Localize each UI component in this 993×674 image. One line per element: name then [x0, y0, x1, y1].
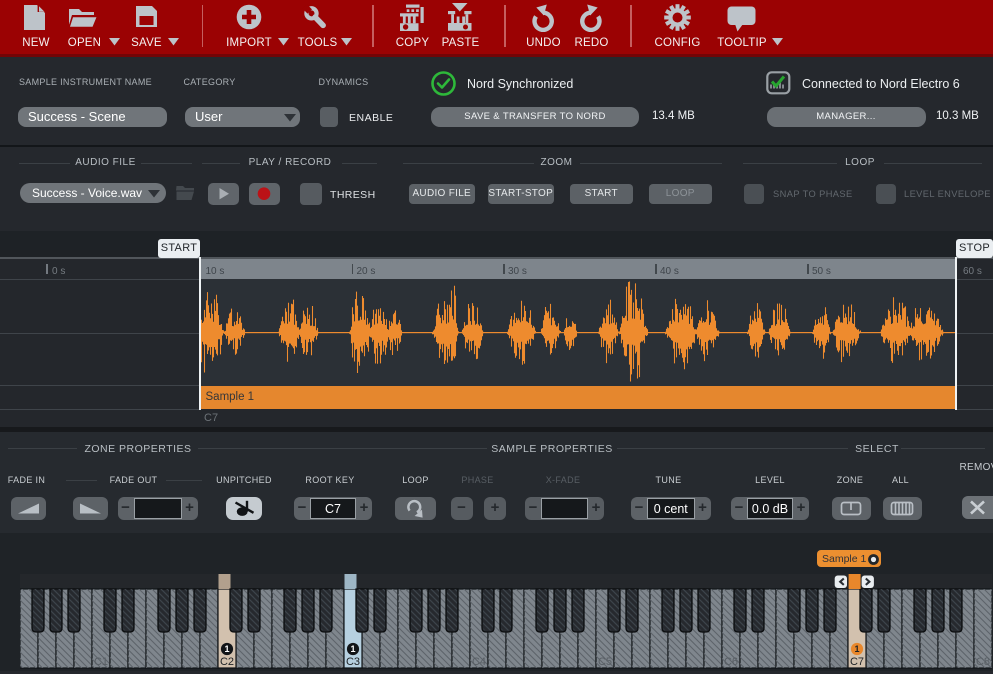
svg-text:C6: C6 [723, 656, 737, 668]
svg-text:C4: C4 [471, 656, 485, 668]
svg-text:C1: C1 [93, 656, 107, 668]
svg-text:C8: C8 [975, 656, 989, 668]
svg-text:C3: C3 [345, 656, 359, 668]
svg-text:C7: C7 [849, 656, 863, 668]
svg-text:C5: C5 [597, 656, 611, 668]
svg-text:1: 1 [854, 644, 859, 654]
svg-text:1: 1 [350, 644, 355, 654]
svg-text:1: 1 [224, 644, 229, 654]
svg-text:C2: C2 [219, 656, 233, 668]
